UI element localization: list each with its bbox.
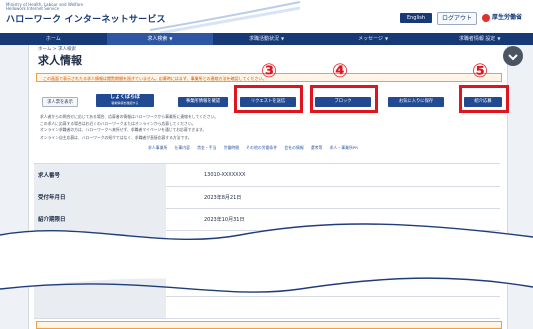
nav-label: ホーム (45, 36, 61, 42)
mhlw-mark-icon (482, 13, 490, 22)
mhlw-label: 厚生労働省 (492, 14, 523, 21)
chevron-down-icon: ▼ (497, 36, 501, 41)
nav-item-activity[interactable]: 求職活動状況 ▼ (213, 33, 320, 45)
table-row: 受付年月日 2023年8月21日 (34, 186, 500, 209)
anchor-link[interactable]: 求人事業所 (148, 145, 167, 151)
row-label: 受付年月日 (34, 186, 166, 208)
chevron-down-icon: ▼ (280, 36, 285, 41)
header-swoosh-decoration (150, 1, 300, 33)
page-title: 求人情報 (38, 54, 82, 67)
anchor-link[interactable]: 労働時間 (224, 145, 240, 151)
language-button[interactable]: English (400, 13, 432, 23)
description-line-4: オンライン自主応募は、ハローワークの紹介ではなく、求職者が直接応募する方法です。 (40, 135, 192, 140)
bottom-notice-bar (36, 321, 502, 329)
chevron-down-icon: ▼ (384, 36, 389, 41)
view-job-sheet-button[interactable]: 求人票を表示 (42, 97, 78, 107)
nav-label: メッセージ (358, 36, 383, 42)
anchor-link[interactable]: 選考等 (311, 145, 323, 151)
favorite-button[interactable]: お気に入りに保存 (388, 97, 444, 107)
callout-box-4 (310, 85, 378, 113)
callout-box-5 (459, 85, 509, 113)
callout-number-4: ④ (332, 60, 349, 82)
anchor-links: 求人事業所 仕事内容 賃金・手当 労働時間 その他の労働条件 会社の情報 選考等… (148, 145, 358, 151)
row-value: 13010-XXXXXXX (204, 172, 246, 178)
page-help-button[interactable] (503, 46, 523, 66)
shokuba-lab-button[interactable]: しょくばらぼ 職場情報を確認する (96, 94, 154, 107)
nav-item-job-search[interactable]: 求人検索 ▼ (106, 33, 214, 45)
anchor-link[interactable]: 会社の情報 (284, 145, 303, 151)
logout-button[interactable]: ログアウト (437, 12, 477, 25)
anchor-link[interactable]: 仕事内容 (174, 145, 190, 151)
nav-label: 求人検索 (147, 36, 168, 42)
shokuba-sub-label: 職場情報を確認する (111, 101, 139, 105)
main-nav: ホーム 求人検索 ▼ 求職活動状況 ▼ メッセージ ▼ 求職者情報 設定 ▼ (0, 33, 533, 45)
description-line-3: オンライン求職者の方は、ハローワークへ来所せず、求職者マイページを通じてお応募で… (40, 127, 207, 132)
mhlw-logo: 厚生労働省 (482, 12, 522, 22)
brand-subtitle: Ministry of Health, Labour and Welfare H… (6, 2, 83, 12)
callout-number-3: ③ (261, 60, 278, 82)
brand-logo-text[interactable]: ハローワーク インターネットサービス (6, 12, 166, 25)
callout-box-3 (234, 85, 303, 113)
page-cut-wave-decoration (0, 223, 533, 293)
anchor-link[interactable]: その他の労働条件 (246, 145, 277, 151)
shokuba-label: しょくばらぼ (109, 94, 140, 100)
callout-number-5: ⑤ (472, 60, 489, 82)
company-info-button[interactable]: 事業所情報を確認 (178, 97, 228, 107)
anchor-link[interactable]: 求人・事業所PR (330, 145, 359, 151)
nav-label: 求職者情報 設定 (458, 36, 496, 42)
row-label: 求人番号 (34, 164, 166, 186)
nav-item-settings[interactable]: 求職者情報 設定 ▼ (426, 33, 533, 45)
nav-item-home[interactable]: ホーム (0, 33, 107, 45)
nav-item-messages[interactable]: メッセージ ▼ (320, 33, 427, 45)
description-line-1: 求人者からの問合せに応じてある場合、応募者の情報はハローワークから事業所に連絡を… (40, 114, 219, 119)
anchor-link[interactable]: 賃金・手当 (197, 145, 216, 151)
table-row: 求人番号 13010-XXXXXXX (34, 164, 500, 187)
nav-label: 求職活動状況 (248, 36, 279, 42)
chevron-down-icon: ▼ (169, 36, 173, 41)
row-value: 2023年8月21日 (204, 194, 242, 201)
chevron-down-icon (508, 54, 518, 61)
